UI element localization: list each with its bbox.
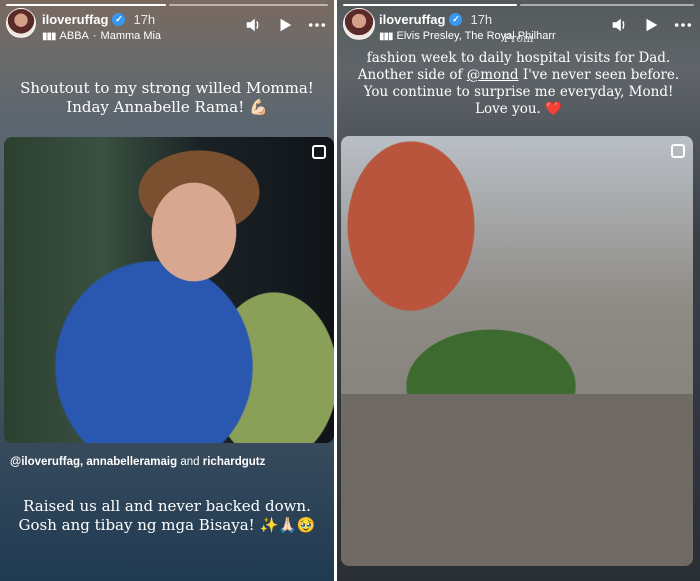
verified-badge-icon: ✓ [112, 13, 126, 26]
story-photo[interactable] [4, 137, 334, 443]
caption-bottom: Raised us all and never backed down. Gos… [0, 497, 334, 535]
caption-main: From fashion week to daily hospital visi… [347, 32, 690, 118]
music-title: Mamma Mia [100, 30, 162, 42]
caption-line: Raised us all and never backed down. [23, 497, 311, 515]
caption-text: Another side of [357, 66, 467, 83]
caption-line: Love you. ❤️ [347, 101, 690, 118]
music-artist: ABBA [59, 30, 89, 42]
speaker-icon[interactable] [244, 16, 262, 34]
story-photo[interactable] [341, 136, 693, 566]
heart-icon: ❤️ [545, 100, 562, 117]
post-time: 17h [133, 12, 156, 27]
music-bars-icon: ▮▮▮ [42, 30, 56, 42]
music-info[interactable]: ▮▮▮ ABBA · Mamma Mia [42, 30, 161, 42]
caption-line: Inday Annabelle Rama! 💪🏻 [66, 97, 268, 116]
caption-line: Another side of @mond I've never seen be… [347, 67, 690, 84]
tag-link[interactable]: @iloveruffag [10, 456, 80, 468]
tag-link[interactable]: richardgutz [203, 456, 266, 468]
music-separator: · [92, 30, 97, 42]
mention-link[interactable]: @mond [467, 67, 519, 83]
caption-text: Love you. [475, 100, 546, 117]
caption-from: From [503, 32, 534, 45]
avatar[interactable] [6, 8, 36, 38]
username[interactable]: iloveruffag [379, 12, 445, 27]
username[interactable]: iloveruffag [42, 12, 108, 27]
caption-text: I've never seen before. [518, 66, 680, 83]
post-time: 17h [470, 12, 493, 27]
tagged-accounts: @iloveruffag, annabelleramaig and richar… [10, 456, 266, 468]
story-progress [6, 4, 328, 6]
verified-badge-icon: ✓ [449, 13, 463, 26]
caption-line: You continue to surprise me everyday, Mo… [363, 83, 674, 100]
tag-link[interactable]: annabelleramaig [86, 456, 177, 468]
username-row[interactable]: iloveruffag ✓ 17h [42, 12, 155, 27]
caption-line: Shoutout to my strong willed Momma! [20, 79, 314, 97]
caption-top: Shoutout to my strong willed Momma! Inda… [0, 79, 334, 117]
username-row[interactable]: iloveruffag ✓ 17h [379, 12, 492, 27]
square-overlay-icon[interactable] [671, 144, 685, 158]
story-controls [244, 16, 326, 34]
story-progress [343, 4, 694, 6]
square-overlay-icon[interactable] [312, 145, 326, 159]
caption-line: fashion week to daily hospital visits fo… [366, 50, 671, 66]
play-icon[interactable] [276, 16, 294, 34]
caption-line: Gosh ang tibay ng mga Bisaya! ✨🙏🏻🥹 [18, 515, 316, 534]
story-header: iloveruffag ✓ 17h ▮▮▮ ABBA · Mamma Mia [6, 8, 326, 56]
tag-and: and [180, 456, 200, 468]
more-options-icon[interactable] [308, 16, 326, 34]
